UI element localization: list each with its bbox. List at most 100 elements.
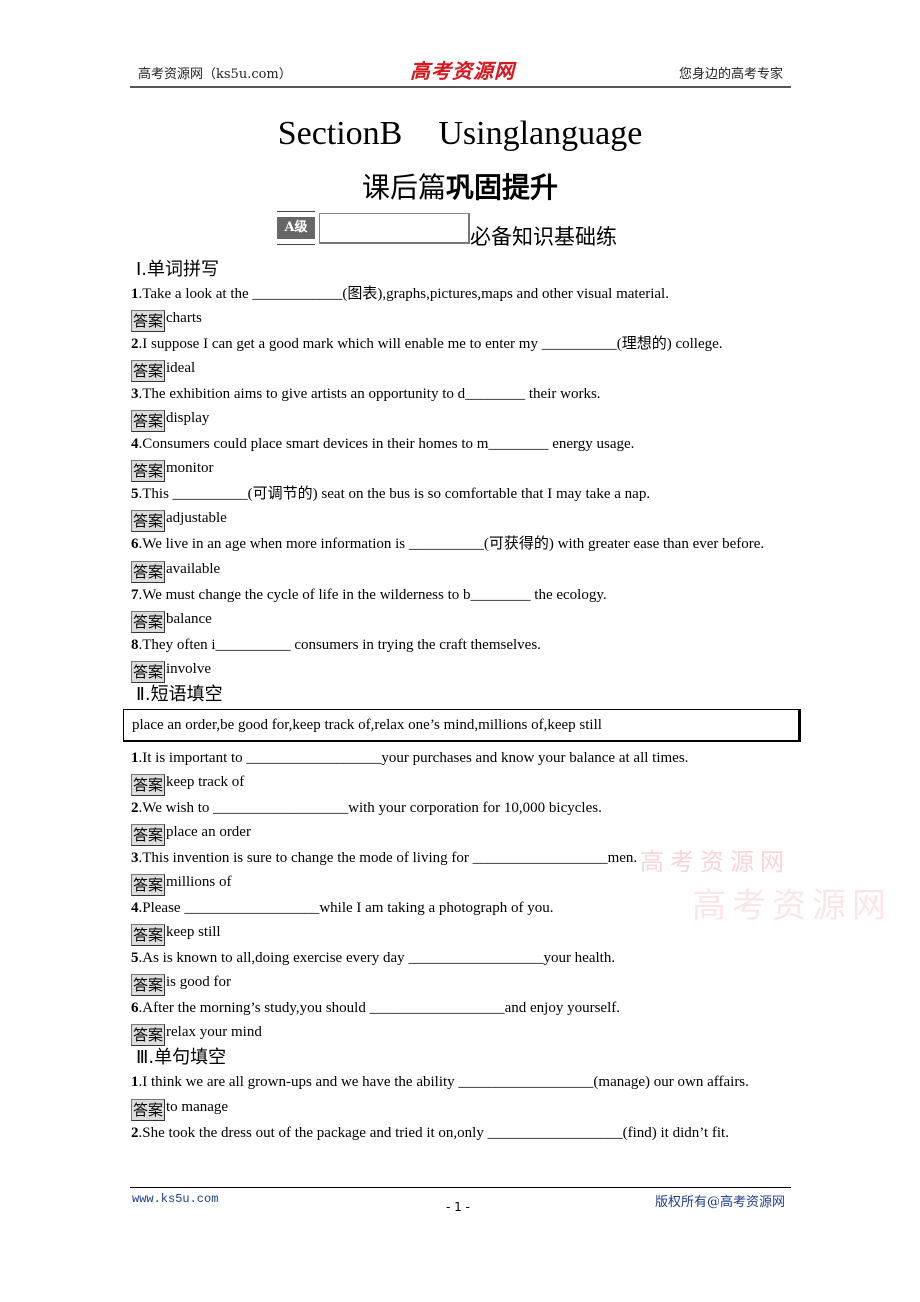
header-site-name: 高考资源网（ks5u.com） [138,67,292,82]
answer-text: adjustable [166,510,227,527]
answer-row: 答案 balance [131,607,791,633]
answer-row: 答案 charts [131,306,791,333]
answer-blank[interactable]: d________ [458,386,526,402]
answer-text: available [166,560,221,577]
answer-row: 答案 relax your mind [131,1020,791,1047]
answer-row: 答案 is good for [131,970,791,997]
question-text-after: while I am taking a photograph of you. [319,900,554,917]
answer-label: 答案 [131,610,166,633]
question-number: 6 [131,1000,139,1017]
header-logo: 高考资源网 [410,59,515,83]
watermark: 高考资源网 [692,886,892,926]
answer-blank[interactable]: __________________ [370,1000,505,1016]
answer-label: 答案 [131,510,166,533]
question-text-after: (可获得的) with greater ease than ever befor… [483,536,765,553]
answer-blank[interactable]: b________ [463,587,531,603]
answer-label: 答案 [131,560,166,583]
question-text-before: .The exhibition aims to give artists an … [138,386,458,403]
question: 5.As is known to all,doing exercise ever… [131,946,791,970]
answer-label: 答案 [131,773,166,796]
question-text-after: (理想的) college. [616,336,723,353]
answer-label: 答案 [131,824,166,847]
question-number: 5 [131,486,139,503]
level-title: 必备知识基础练 [470,225,617,249]
question-number: 2 [131,1124,139,1141]
answer-blank[interactable]: __________ [542,336,617,352]
page-number: - 1 - [446,1200,470,1214]
question-number: 7 [131,586,139,603]
footer-url[interactable]: www.ks5u.com [132,1192,218,1206]
answer-blank[interactable]: i__________ [211,637,290,653]
question-text-before: .Please [138,900,185,917]
question-text-before: .We wish to [138,799,214,816]
question-number: 1 [131,1074,139,1091]
question-text-before: .It is important to [138,749,247,766]
answer-blank[interactable]: m________ [477,436,549,452]
question-number: 3 [131,850,139,867]
question-number: 3 [131,386,139,403]
question: 6.After the morning’s study,you should _… [131,996,791,1020]
answer-blank[interactable]: __________________ [488,1125,623,1141]
question: 8.They often i__________ consumers in tr… [131,633,791,657]
level-badge: A级 [277,211,315,245]
level-badge-label: A级 [277,217,315,239]
question: 3.The exhibition aims to give artists an… [131,382,791,406]
answer-row: 答案 involve [131,657,791,683]
answer-blank[interactable]: __________________ [408,950,543,966]
question-text-after: your purchases and know your balance at … [381,749,689,766]
answer-text: involve [166,660,212,677]
question-text-after: with your corporation for 10,000 bicycle… [348,799,602,816]
answer-row: 答案 keep track of [131,770,791,796]
section-3-items: 1.I think we are all grown-ups and we ha… [131,1070,791,1144]
answer-blank[interactable]: __________________ [184,900,319,916]
question: 1.It is important to __________________y… [131,746,791,770]
question-number: 8 [131,636,139,653]
answer-blank[interactable]: ____________ [252,286,342,302]
question: 5.This __________(可调节的) seat on the bus … [131,482,791,506]
question-text-before: .We live in an age when more information… [138,536,409,553]
question-text-before: .She took the dress out of the package a… [138,1124,488,1141]
answer-blank[interactable]: __________ [173,486,248,502]
question-text-before: .This [138,486,173,503]
page-header: 高考资源网（ks5u.com） 高考资源网 您身边的高考专家 [130,56,791,88]
question: 6.We live in an age when more informatio… [131,532,791,556]
answer-row: 答案 to manage [131,1095,791,1121]
watermark: 高考资源网 [640,848,790,876]
footer-copyright: 版权所有@高考资源网 [654,1195,785,1210]
answer-label: 答案 [131,924,166,947]
answer-blank[interactable]: __________ [409,536,484,552]
page-title: SectionB Usinglanguage [0,115,920,153]
answer-text: balance [166,610,212,627]
question: 2.I suppose I can get a good mark which … [131,332,791,356]
page-footer: www.ks5u.com - 1 - 版权所有@高考资源网 [130,1187,791,1214]
question: 1.I think we are all grown-ups and we ha… [131,1070,791,1094]
header-slogan: 您身边的高考专家 [678,67,783,82]
answer-blank[interactable]: __________________ [246,750,381,766]
question-text-before: .This invention is sure to change the mo… [138,850,473,867]
answer-text: is good for [166,974,232,991]
page-subtitle: 课后篇巩固提升 [0,166,920,206]
phrase-bank: place an order,be good for,keep track of… [123,708,801,742]
answer-blank[interactable]: __________________ [473,850,608,866]
question-text-after: your health. [543,950,616,967]
question-text-before: .They often [138,636,212,653]
answer-text: keep track of [166,773,245,790]
question-text-before: .We must change the cycle of life in the… [138,586,464,603]
answer-label: 答案 [131,360,166,383]
answer-text: keep still [166,924,221,941]
question-number: 1 [131,286,139,302]
answer-label: 答案 [131,874,166,897]
exercise-content: Ⅰ.单词拼写 1.Take a look at the ____________… [123,258,801,1145]
question-text-before: .I think we are all grown-ups and we hav… [138,1074,459,1091]
answer-label: 答案 [131,310,166,333]
question-text-before: .After the morning’s study,you should [138,1000,370,1017]
answer-label: 答案 [131,460,166,483]
answer-blank[interactable]: __________________ [458,1074,593,1090]
answer-text: display [166,410,210,427]
question-number: 1 [131,749,139,766]
question-text-before: .Consumers could place smart devices in … [138,436,477,453]
section-1-items: 1.Take a look at the ____________(图表),gr… [131,282,791,683]
answer-label: 答案 [131,660,166,683]
question-text-after: (可调节的) seat on the bus is so comfortable… [247,486,651,503]
answer-blank[interactable]: __________________ [213,800,348,816]
